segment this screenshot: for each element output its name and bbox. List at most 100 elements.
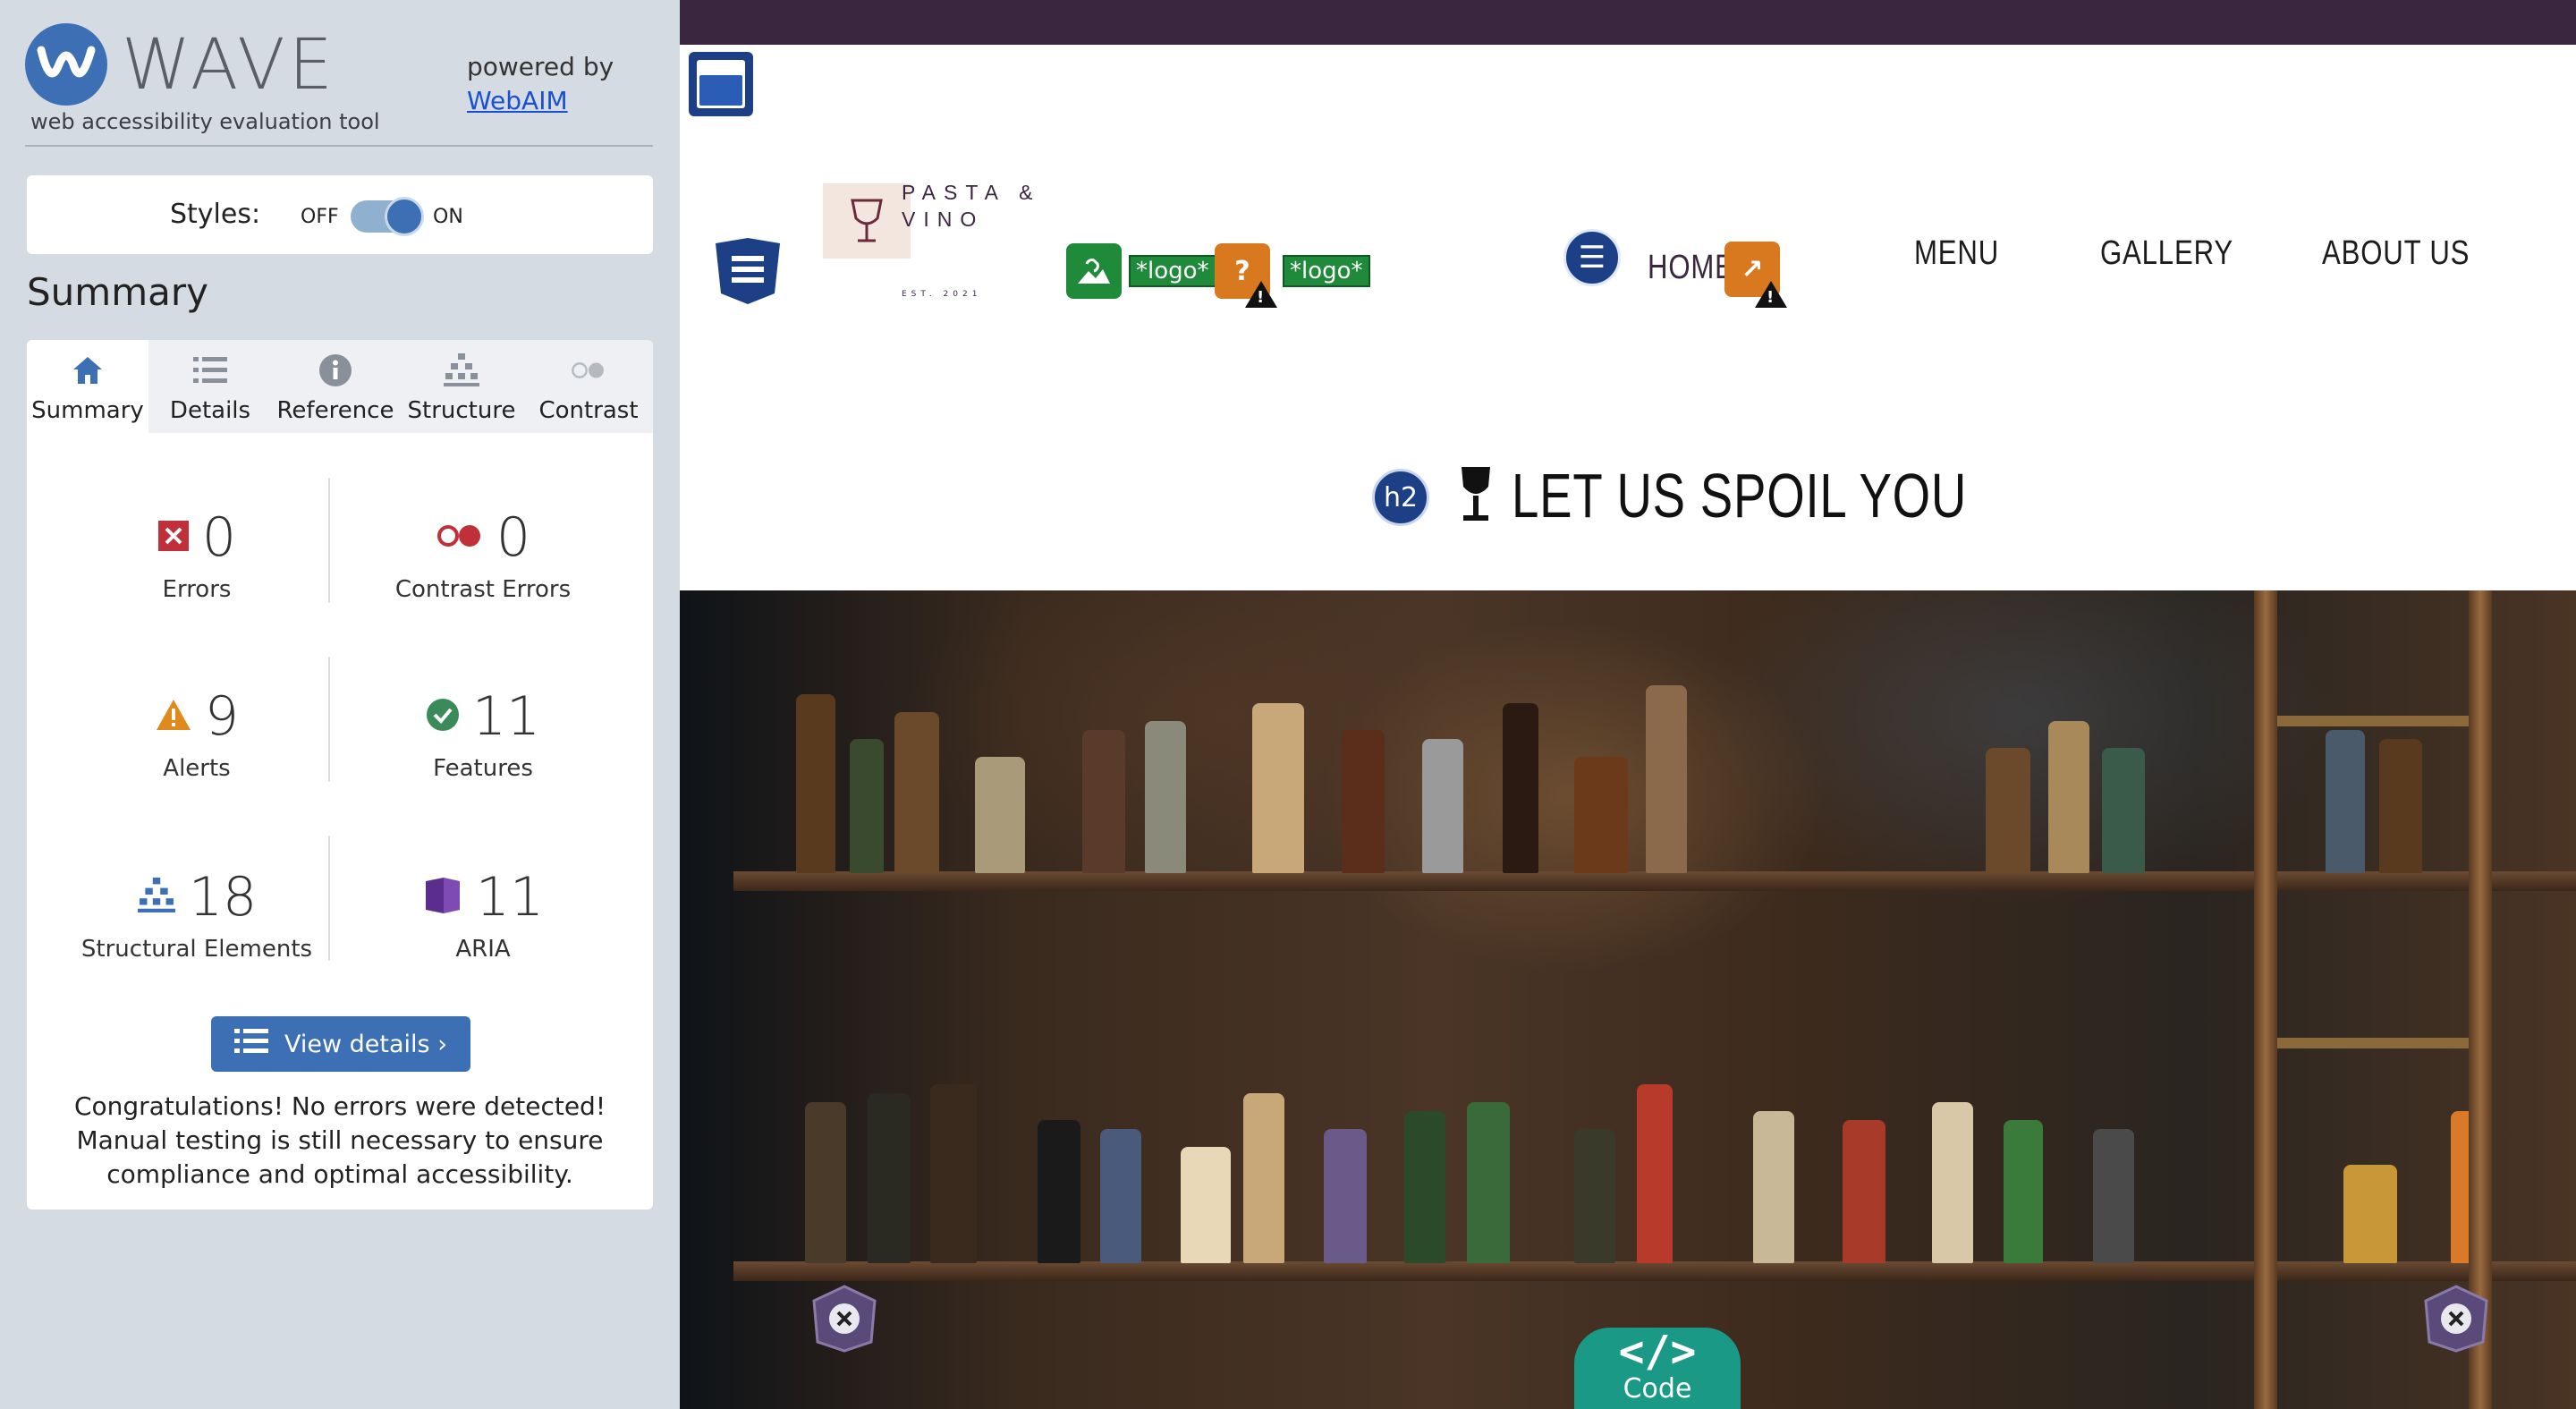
divider <box>328 478 330 603</box>
code-icon: </> <box>1618 1327 1697 1377</box>
bottle <box>1342 730 1385 873</box>
alt-text-tag[interactable]: *logo* <box>1283 255 1370 287</box>
home-icon <box>70 352 106 388</box>
page-headline: LET US SPOIL YOU <box>1512 461 1968 530</box>
bottle <box>1324 1129 1367 1263</box>
styles-toggle[interactable] <box>351 197 424 236</box>
close-icon[interactable] <box>2422 1285 2490 1353</box>
feature-check-icon <box>426 698 460 735</box>
stat-errors[interactable]: 0 Errors <box>54 506 340 603</box>
tab-label: Details <box>169 397 251 424</box>
styles-on-label: ON <box>433 206 463 228</box>
errors-label: Errors <box>162 576 232 603</box>
bottle <box>1843 1120 1885 1263</box>
restaurant-logo[interactable] <box>823 183 911 259</box>
structure-icon <box>444 352 479 388</box>
aria-icon <box>422 876 463 919</box>
styles-label: Styles: <box>170 199 261 230</box>
bottle <box>1038 1120 1080 1263</box>
bottle <box>1503 703 1538 873</box>
divider <box>328 657 330 782</box>
list-icon <box>234 1028 268 1061</box>
stat-structural[interactable]: 18 Structural Elements <box>54 866 340 963</box>
nav-about-link[interactable]: ABOUT US <box>2322 234 2470 273</box>
ladder-rail <box>2254 590 2277 1409</box>
bottle <box>1467 1102 1510 1263</box>
heading-h2-icon[interactable]: h2 <box>1372 469 1429 526</box>
contrast-errors-label: Contrast Errors <box>394 576 572 603</box>
wave-sidebar: WAVE web accessibility evaluation tool p… <box>0 0 680 1409</box>
bottle <box>2379 739 2422 873</box>
restaurant-est: EST. 2021 <box>902 290 982 299</box>
ladder-rung <box>2277 1038 2469 1048</box>
document-language-icon[interactable] <box>689 52 753 116</box>
code-toggle-button[interactable]: </> Code <box>1574 1328 1741 1409</box>
shelf <box>733 1261 2576 1281</box>
aria-count: 11 <box>475 866 545 929</box>
tab-label: Summary <box>31 397 144 424</box>
view-details-button[interactable]: View details › <box>211 1016 470 1072</box>
bottle <box>1422 739 1463 873</box>
wave-tagline: web accessibility evaluation tool <box>30 109 380 134</box>
bottle-row-lower <box>680 1056 2576 1263</box>
view-details-label: View details › <box>284 1030 447 1058</box>
tab-contrast[interactable]: Contrast <box>524 340 653 433</box>
features-label: Features <box>433 755 533 782</box>
close-icon[interactable] <box>810 1285 878 1353</box>
alerts-label: Alerts <box>163 755 231 782</box>
warning-icon <box>1245 281 1277 308</box>
alert-icon <box>155 698 192 735</box>
bottle <box>2343 1165 2397 1263</box>
contrast-icon <box>571 352 606 388</box>
linked-image-icon[interactable] <box>1066 243 1122 299</box>
error-icon <box>157 520 190 556</box>
restaurant-name: PASTA & VINO <box>902 179 1040 233</box>
bottle <box>1181 1147 1231 1263</box>
bottle <box>2093 1129 2134 1263</box>
bottle <box>1100 1129 1141 1263</box>
nav-gallery-link[interactable]: GALLERY <box>2100 234 2233 273</box>
bottle <box>1753 1111 1794 1263</box>
toggle-knob[interactable] <box>385 197 424 236</box>
wave-brand: WAVE <box>122 25 336 106</box>
summary-card: Summary Details Reference Structure Cont… <box>27 340 653 1210</box>
tab-reference[interactable]: Reference <box>272 340 399 433</box>
features-count: 11 <box>471 685 541 748</box>
bottle <box>1082 730 1125 873</box>
bottle <box>796 694 835 873</box>
divider <box>328 836 330 961</box>
bottle <box>1145 721 1186 873</box>
stat-aria[interactable]: 11 ARIA <box>340 866 626 963</box>
errors-count: 0 <box>201 506 237 569</box>
tab-label: Structure <box>407 397 516 424</box>
aria-landmark-icon[interactable] <box>716 238 780 304</box>
tab-label: Contrast <box>538 397 639 424</box>
tab-label: Reference <box>276 397 394 424</box>
bottle <box>1574 1129 1615 1263</box>
nav-home-link[interactable]: HOME <box>1648 249 1734 287</box>
nav-menu-link[interactable]: MENU <box>1914 234 1999 273</box>
congrats-message: Congratulations! No errors were detected… <box>73 1091 606 1189</box>
stat-alerts[interactable]: 9 Alerts <box>54 685 340 782</box>
bottle <box>1243 1093 1284 1263</box>
webaim-link[interactable]: WebAIM <box>467 84 614 118</box>
list-icon[interactable]: ☰ <box>1563 229 1621 286</box>
tab-structure[interactable]: Structure <box>399 340 524 433</box>
bottle <box>850 739 884 873</box>
code-label: Code <box>1623 1373 1692 1405</box>
summary-heading: Summary <box>27 270 208 314</box>
alt-text-tag[interactable]: *logo* <box>1129 255 1216 287</box>
bottle <box>1574 757 1628 873</box>
wave-logo-icon <box>25 23 107 106</box>
bottle-row-upper <box>680 662 2576 873</box>
bottle <box>2326 730 2365 873</box>
restaurant-name-line1: PASTA & <box>902 181 1041 204</box>
bottle <box>894 712 939 873</box>
tab-details[interactable]: Details <box>148 340 272 433</box>
structure-icon <box>137 878 176 917</box>
structural-count: 18 <box>188 866 258 929</box>
tab-summary[interactable]: Summary <box>27 340 148 433</box>
stat-contrast-errors[interactable]: 0 Contrast Errors <box>340 506 626 603</box>
stat-features[interactable]: 11 Features <box>340 685 626 782</box>
aria-label: ARIA <box>455 936 511 963</box>
